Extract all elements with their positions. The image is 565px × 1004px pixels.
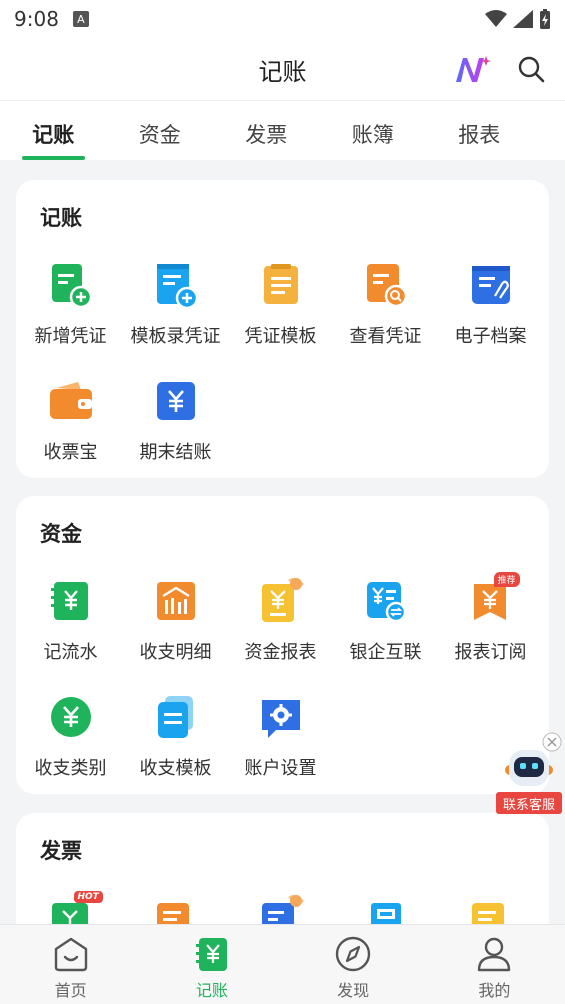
- section-title: 发票: [40, 839, 82, 863]
- invoice-item-5[interactable]: [438, 895, 543, 924]
- item-label: 银企互联: [349, 642, 422, 663]
- invoice-hot-icon: HOT: [48, 891, 103, 924]
- item-label: 期末结账: [139, 442, 212, 463]
- tab-ledger[interactable]: 账簿: [320, 101, 427, 160]
- search-icon[interactable]: [517, 55, 545, 87]
- bookkeeping-icon: [193, 935, 231, 973]
- recommend-badge: 推荐: [493, 572, 520, 587]
- cash-flow-button[interactable]: 记流水: [18, 578, 123, 664]
- status-bar: 9:08 A: [0, 0, 565, 38]
- nav-bookkeeping[interactable]: 记账: [141, 925, 282, 1004]
- report-subscribe-icon: 推荐: [468, 572, 520, 624]
- page-title: 记账: [258, 57, 307, 86]
- battery-icon: [540, 9, 550, 29]
- section-title: 资金: [40, 522, 82, 546]
- invoice-orange-icon: [153, 895, 199, 924]
- app-header: 记账: [0, 38, 565, 100]
- income-detail-button[interactable]: 收支明细: [123, 578, 228, 664]
- cash-flow-icon: [48, 578, 94, 624]
- voucher-template-button[interactable]: 凭证模板: [228, 262, 333, 348]
- item-label: 查看凭证: [349, 326, 422, 347]
- voucher-template-icon: [258, 262, 304, 308]
- compass-icon: [334, 935, 372, 973]
- bank-link-button[interactable]: 银企互联: [333, 578, 438, 664]
- view-voucher-icon: [363, 262, 409, 308]
- tab-bookkeeping[interactable]: 记账: [0, 101, 107, 160]
- customer-service-widget[interactable]: 联系客服: [494, 730, 564, 814]
- bank-link-icon: [363, 578, 409, 624]
- bookkeeping-card: 记账 新增凭证 模板录凭证 凭证模板 查看凭证 电子档案 收票宝 期末结账: [16, 180, 549, 478]
- status-icons: [485, 9, 551, 29]
- invoice-item-4[interactable]: [333, 895, 438, 924]
- wallet-button[interactable]: 收票宝: [18, 378, 123, 464]
- invoice-item-2[interactable]: [123, 895, 228, 924]
- hot-badge: HOT: [73, 891, 103, 903]
- item-label: 账户设置: [244, 758, 317, 779]
- e-archive-button[interactable]: 电子档案: [438, 262, 543, 348]
- nav-profile[interactable]: 我的: [424, 925, 565, 1004]
- item-label: 收票宝: [43, 442, 98, 463]
- income-detail-icon: [153, 578, 199, 624]
- e-archive-icon: [468, 262, 514, 308]
- ai-sparkle-icon[interactable]: [453, 54, 491, 90]
- nav-label: 记账: [195, 981, 228, 1000]
- wifi-icon: [485, 10, 507, 27]
- wallet-icon: [48, 378, 94, 424]
- invoice-card: 发票 HOT: [16, 813, 549, 924]
- invoice-blue-icon: [258, 893, 304, 924]
- tab-reports[interactable]: 报表: [426, 101, 533, 160]
- account-settings-button[interactable]: 账户设置: [228, 694, 333, 780]
- status-time: 9:08: [14, 7, 59, 31]
- notification-a-icon: A: [72, 11, 89, 27]
- invoice-item-1[interactable]: HOT: [18, 891, 123, 924]
- fund-report-icon: [258, 576, 304, 624]
- category-icon: [48, 694, 94, 740]
- new-voucher-button[interactable]: 新增凭证: [18, 262, 123, 348]
- home-icon: [52, 935, 90, 973]
- income-template-icon: [153, 694, 199, 740]
- main-content: 记账 新增凭证 模板录凭证 凭证模板 查看凭证 电子档案 收票宝 期末结账 资金…: [0, 160, 565, 924]
- account-settings-icon: [258, 694, 304, 740]
- profile-icon: [475, 935, 513, 973]
- invoice-yellow-icon: [468, 895, 514, 924]
- section-title: 记账: [40, 206, 82, 230]
- bottom-navigation: 首页 记账 发现 我的: [0, 924, 565, 1004]
- item-label: 收支模板: [139, 758, 212, 779]
- period-close-button[interactable]: 期末结账: [123, 378, 228, 464]
- template-voucher-button[interactable]: 模板录凭证: [123, 262, 228, 348]
- fund-report-button[interactable]: 资金报表: [228, 576, 333, 664]
- report-subscribe-button[interactable]: 推荐 报表订阅: [438, 572, 543, 664]
- nav-label: 发现: [337, 981, 370, 1000]
- period-close-icon: [153, 378, 199, 424]
- service-label: 联系客服: [496, 792, 562, 814]
- nav-label: 我的: [478, 981, 511, 1000]
- new-voucher-icon: [48, 262, 94, 309]
- template-voucher-icon: [153, 262, 199, 310]
- item-label: 记流水: [43, 642, 98, 663]
- nav-label: 首页: [54, 981, 87, 1000]
- item-label: 报表订阅: [454, 642, 527, 663]
- item-label: 凭证模板: [244, 326, 317, 347]
- robot-icon: [505, 750, 553, 786]
- tab-funds[interactable]: 资金: [107, 101, 214, 160]
- category-button[interactable]: 收支类别: [18, 694, 123, 780]
- signal-icon: [513, 10, 533, 28]
- item-label: 资金报表: [244, 642, 317, 663]
- nav-home[interactable]: 首页: [0, 925, 141, 1004]
- invoice-scan-icon: [363, 895, 409, 924]
- item-label: 收支明细: [139, 642, 212, 663]
- view-voucher-button[interactable]: 查看凭证: [333, 262, 438, 348]
- item-label: 收支类别: [34, 758, 107, 779]
- item-label: 电子档案: [454, 326, 527, 347]
- nav-discover[interactable]: 发现: [283, 925, 424, 1004]
- item-label: 模板录凭证: [130, 326, 221, 347]
- income-template-button[interactable]: 收支模板: [123, 694, 228, 780]
- invoice-item-3[interactable]: [228, 893, 333, 924]
- funds-card: 资金 记流水 收支明细 资金报表 银企互联 推荐 报表订阅 收支类别 收支模板 …: [16, 496, 549, 794]
- item-label: 新增凭证: [34, 326, 107, 347]
- tab-invoice[interactable]: 发票: [213, 101, 320, 160]
- tab-bar: 记账 资金 发票 账簿 报表: [0, 100, 565, 160]
